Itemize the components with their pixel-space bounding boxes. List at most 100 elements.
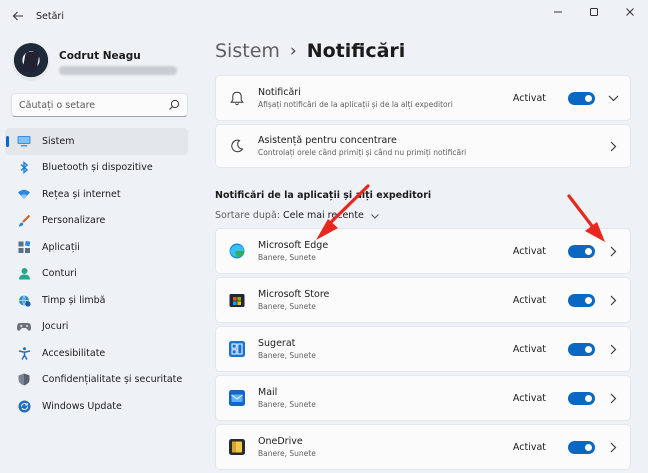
sort-dropdown[interactable]: Sortare după: Cele mai recente [215,210,380,221]
user-profile[interactable]: Codrut Neagu [0,32,200,86]
breadcrumb-separator: › [289,41,297,61]
chevron-right-icon[interactable] [607,441,619,453]
globe-clock-icon [17,293,31,307]
app-name: Mail [258,387,278,398]
bluetooth-icon [17,161,31,175]
card-subtitle: Afișați notificări de la aplicații și de… [258,100,453,109]
sidebar-item-label: Timp și limbă [42,294,106,306]
mail-icon [228,389,246,407]
breadcrumb: Sistem › Notificări [215,37,405,65]
sidebar: Codrut Neagu Căutați o setare Sistem Blu… [0,32,200,473]
sidebar-item-label: Rețea și internet [42,188,121,200]
app-subtitle: Banere, Sunete [258,302,316,311]
chevron-right-icon[interactable] [607,392,619,404]
chevron-right-icon[interactable] [607,343,619,355]
update-icon [17,399,31,413]
minimize-button[interactable] [540,0,576,24]
sidebar-item-network[interactable]: Rețea și internet [5,181,188,208]
store-icon [228,291,246,309]
sidebar-item-label: Accesibilitate [42,347,106,359]
sidebar-item-gaming[interactable]: Jocuri [5,314,188,341]
app-name: OneDrive [258,436,303,447]
status-text: Activat [512,441,546,453]
app-card-sugerat[interactable]: Sugerat Banere, Sunete Activat [215,326,631,372]
app-toggle[interactable] [568,342,595,356]
sort-value: Cele mai recente [282,210,364,221]
title-bar: Setări [0,0,648,32]
card-subtitle: Controlați orele când primiți și când nu… [258,148,467,157]
sidebar-item-sistem[interactable]: Sistem [5,128,188,155]
suggested-icon [228,340,246,358]
sidebar-item-label: Jocuri [42,321,69,333]
monitor-icon [17,134,31,148]
sidebar-nav: Sistem Bluetooth și dispozitive Rețea și… [5,128,188,420]
sidebar-item-label: Bluetooth și dispozitive [42,162,153,174]
app-card-onedrive[interactable]: OneDrive Banere, Sunete Activat [215,424,631,470]
sidebar-item-label: Confidențialitate și securitate [42,374,183,386]
app-toggle[interactable] [568,293,595,307]
sidebar-item-apps[interactable]: Aplicații [5,234,188,261]
app-card-microsoft-store[interactable]: Microsoft Store Banere, Sunete Activat [215,277,631,323]
app-title: Setări [36,10,64,22]
maximize-icon [590,8,598,16]
breadcrumb-parent[interactable]: Sistem [215,40,280,62]
shield-icon [17,373,31,387]
app-card-mail[interactable]: Mail Banere, Sunete Activat [215,375,631,421]
back-button[interactable] [4,4,32,28]
app-subtitle: Banere, Sunete [258,400,316,409]
gamepad-icon [17,320,31,334]
status-text: Activat [512,343,546,355]
sidebar-item-accounts[interactable]: Conturi [5,261,188,288]
chevron-down-icon [371,213,379,219]
maximize-button[interactable] [576,0,612,24]
app-name: Microsoft Store [258,289,330,300]
edge-icon [228,242,246,260]
app-subtitle: Banere, Sunete [258,351,316,360]
app-subtitle: Banere, Sunete [258,253,316,262]
moon-icon [228,137,246,155]
sidebar-item-time-language[interactable]: Timp și limbă [5,287,188,314]
sidebar-item-label: Personalizare [42,215,106,227]
notifications-toggle[interactable] [568,91,595,105]
chevron-right-icon[interactable] [607,294,619,306]
sidebar-item-bluetooth[interactable]: Bluetooth și dispozitive [5,155,188,182]
sidebar-item-label: Conturi [42,268,77,280]
app-toggle[interactable] [568,440,595,454]
page-title: Notificări [306,40,406,62]
sidebar-item-label: Aplicații [42,241,80,253]
brush-icon [17,214,31,228]
sidebar-item-accessibility[interactable]: Accesibilitate [5,340,188,367]
chevron-down-icon[interactable] [607,92,619,104]
app-card-microsoft-edge[interactable]: Microsoft Edge Banere, Sunete Activat [215,228,631,274]
sidebar-item-label: Windows Update [42,400,122,412]
status-text: Activat [512,245,546,257]
close-icon [626,8,634,16]
sidebar-item-label: Sistem [42,135,75,147]
back-arrow-icon [12,11,23,21]
chevron-right-icon[interactable] [607,140,619,152]
chevron-right-icon[interactable] [607,245,619,257]
minimize-icon [554,11,562,13]
card-title: Asistență pentru concentrare [258,135,397,146]
sidebar-item-privacy-security[interactable]: Confidențialitate și securitate [5,367,188,394]
focus-assist-card[interactable]: Asistență pentru concentrare Controlați … [215,124,631,168]
sidebar-item-windows-update[interactable]: Windows Update [5,393,188,420]
profile-email-redacted [59,65,177,75]
app-toggle[interactable] [568,391,595,405]
avatar [12,43,50,81]
sidebar-item-personalization[interactable]: Personalizare [5,208,188,235]
notifications-card[interactable]: Notificări Afișați notificări de la apli… [215,75,631,121]
app-name: Sugerat [258,338,296,349]
search-icon [169,99,180,110]
search-placeholder: Căutați o setare [19,99,96,111]
app-toggle[interactable] [568,244,595,258]
status-text: Activat [512,294,546,306]
window-controls [540,0,648,24]
main-content: Sistem › Notificări Notificări Afișați n… [200,32,648,473]
sort-label: Sortare după: [215,210,280,221]
close-button[interactable] [612,0,648,24]
search-input[interactable]: Căutați o setare [11,93,188,117]
status-text: Activat [512,92,546,104]
card-title: Notificări [258,87,301,98]
status-text: Activat [512,392,546,404]
